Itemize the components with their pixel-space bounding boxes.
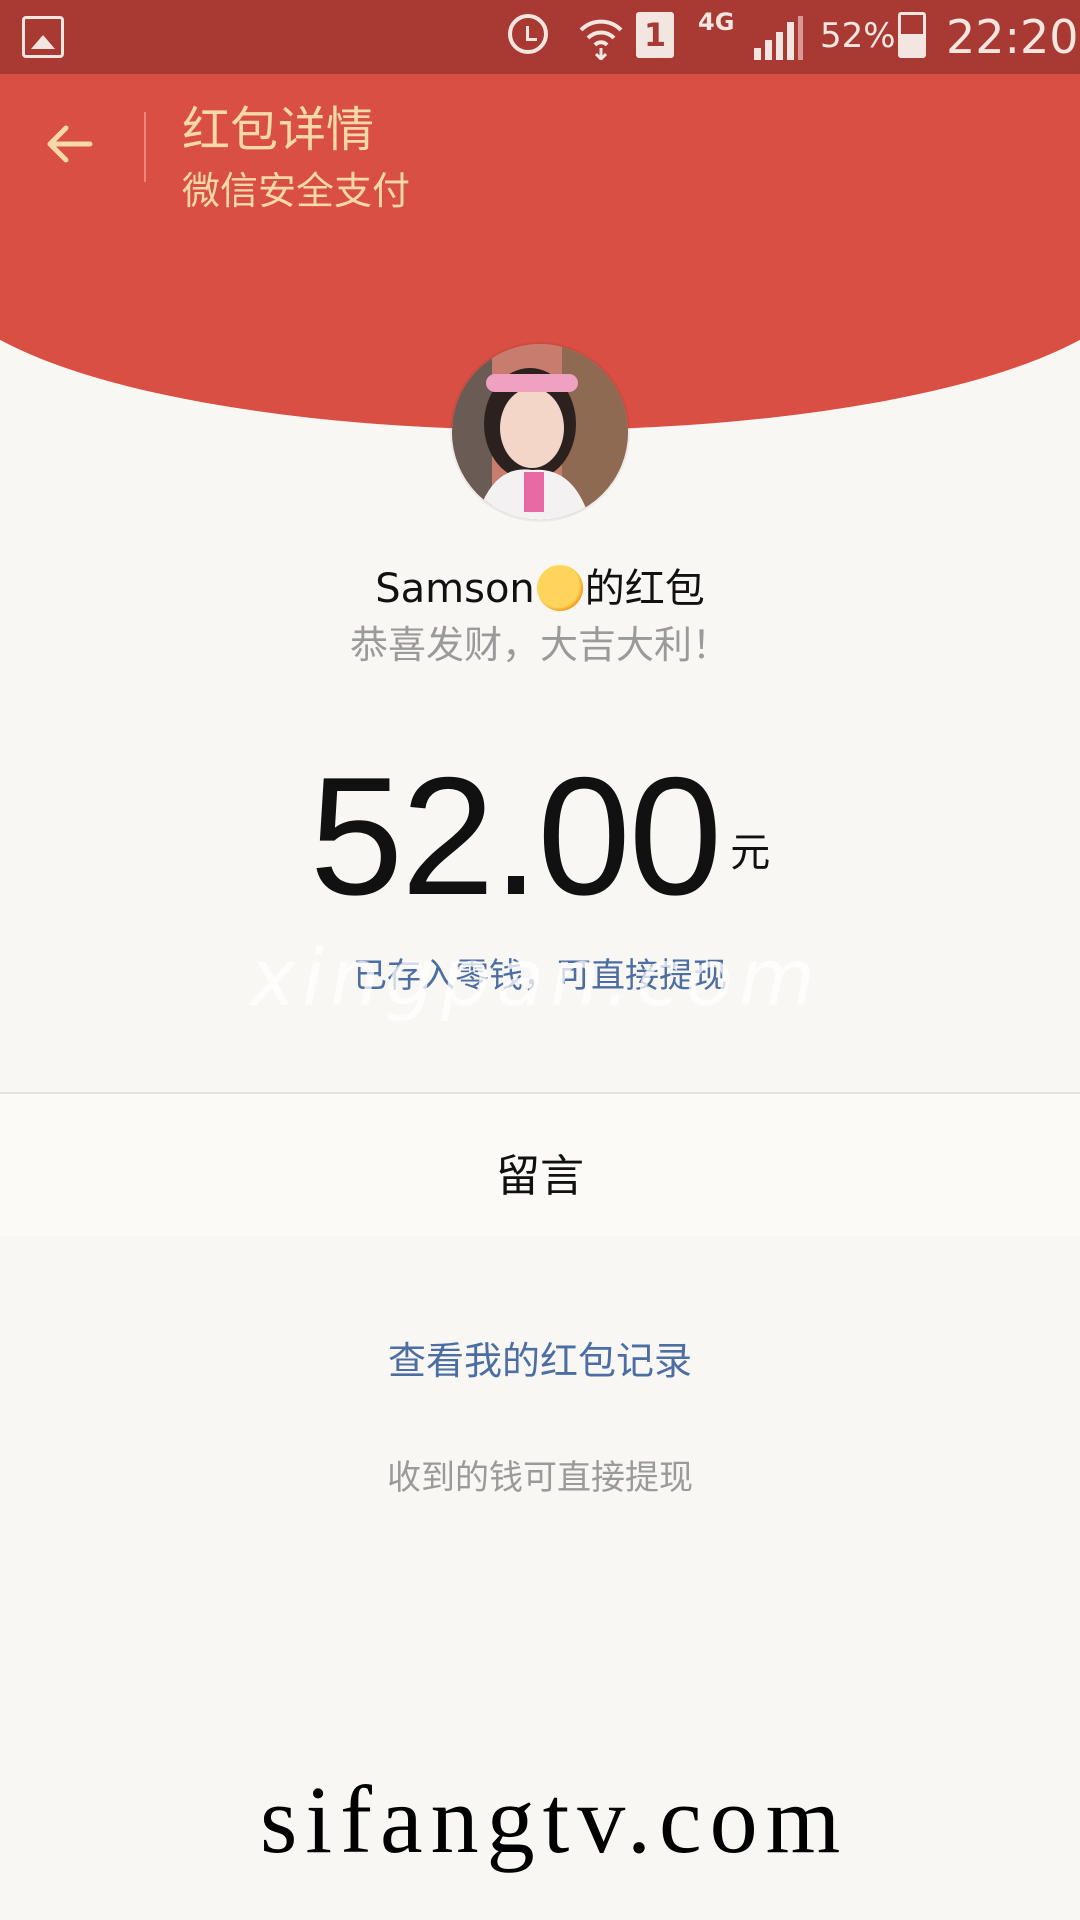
overlay-watermark: xingpan.com <box>250 934 821 1024</box>
sender-name: Samson <box>375 566 535 612</box>
status-time: 22:20 <box>946 10 1079 64</box>
page-title: 红包详情 <box>182 102 375 158</box>
sun-icon <box>536 565 583 611</box>
header-divider <box>144 112 146 182</box>
arrow-left-icon <box>47 125 93 163</box>
view-records-link[interactable]: 查看我的红包记录 <box>0 1330 1080 1385</box>
alarm-icon <box>508 14 548 54</box>
amount-value: 52.00 <box>309 742 722 930</box>
network-type: 4G <box>698 8 735 36</box>
amount-row: 52.00 元 <box>0 740 1080 933</box>
footer-tip: 收到的钱可直接提现 <box>387 1458 693 1498</box>
sender-avatar[interactable] <box>452 344 628 520</box>
sender-suffix: 的红包 <box>584 566 705 612</box>
status-bar: 1 4G 52% 22:20 <box>0 0 1080 74</box>
site-watermark: sifangtv.com <box>260 1766 849 1873</box>
page-subtitle: 微信安全支付 <box>182 169 411 213</box>
sender-line: Samson 的红包 <box>0 556 1080 614</box>
battery-icon <box>898 12 926 58</box>
signal-icon <box>754 16 803 60</box>
gallery-icon <box>22 16 64 58</box>
blessing-message: 恭喜发财，大吉大利！ <box>349 623 730 667</box>
red-packet-detail-screen: 1 4G 52% 22:20 红包详情 微信安全支付 Samson 的红包 恭喜… <box>0 0 1080 1920</box>
sim-1-icon: 1 <box>636 12 674 58</box>
battery-percentage: 52% <box>820 16 896 56</box>
leave-message-button[interactable]: 留言 <box>0 1140 1080 1204</box>
amount-unit: 元 <box>730 830 771 876</box>
back-button[interactable] <box>40 116 96 172</box>
wifi-icon <box>579 19 623 60</box>
